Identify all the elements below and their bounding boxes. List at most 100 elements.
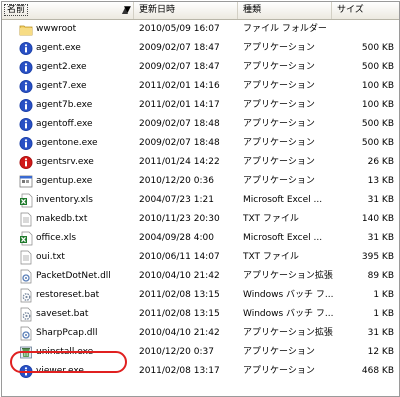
info-app-icon [19,79,33,94]
file-row[interactable]: agent2.exe 2009/02/07 18:47 アプリケーション 500 KB [2,58,399,77]
file-row[interactable]: SharpPcap.dll 2010/04/10 21:42 アプリケーション拡張 3… [2,324,399,343]
file-row[interactable]: agent7.exe 2011/02/01 14:16 アプリケーション 100 KB [2,77,399,96]
file-name-cell[interactable]: agent7.exe [19,77,139,96]
file-type: アプリケーション [243,176,315,186]
file-name-cell[interactable]: agentone.exe [19,134,139,153]
column-header-name-label: 名前 [4,4,29,16]
dll-icon [19,326,33,341]
batch-icon [19,307,33,322]
file-date: 2010/06/11 14:07 [139,252,220,262]
file-size: 500 KB [361,138,394,148]
file-type: TXT ファイル [243,252,299,262]
file-row[interactable]: wwwroot 2010/05/09 16:07 ファイル フォルダー [2,20,399,39]
file-name-cell[interactable]: agent.exe [19,39,139,58]
file-type: アプリケーション [243,119,315,129]
file-type: アプリケーション [243,366,315,376]
file-row[interactable]: agentoff.exe 2009/02/07 18:48 アプリケーション 500 … [2,115,399,134]
file-row[interactable]: saveset.bat 2011/02/08 13:15 Windows バッチ フ… [2,305,399,324]
file-row[interactable]: agent7b.exe 2011/02/01 14:17 アプリケーション 100 K… [2,96,399,115]
file-name-cell[interactable]: uninstall.exe [19,343,139,362]
file-date: 2011/02/08 13:17 [139,366,220,376]
file-type: Microsoft Excel ... [243,195,323,205]
file-size: 1 KB [373,309,394,319]
file-date: 2010/12/20 0:36 [139,176,214,186]
column-header-name[interactable]: 名前 ▲ [2,2,134,19]
file-row[interactable]: PacketDotNet.dll 2010/04/10 21:42 アプリケーション… [2,267,399,286]
file-name-cell[interactable]: agentup.exe [19,172,139,191]
file-date: 2011/02/08 13:15 [139,309,220,319]
file-name-cell[interactable]: wwwroot [19,20,139,39]
file-name-cell[interactable]: PacketDotNet.dll [19,267,139,286]
file-row[interactable]: restoreset.bat 2011/02/08 13:15 Windows バッ… [2,286,399,305]
file-name: viewer.exe [36,366,84,376]
file-row[interactable]: agent.exe 2009/02/07 18:47 アプリケーション 500 KB [2,39,399,58]
file-row[interactable]: office.xls 2004/09/28 4:00 Microsoft Excel… [2,229,399,248]
file-date: 2010/12/20 0:37 [139,347,214,357]
file-name: wwwroot [36,24,77,34]
file-rows: wwwroot 2010/05/09 16:07 ファイル フォルダー agent.e… [2,20,399,381]
file-date: 2011/01/24 14:22 [139,157,220,167]
file-size: 31 KB [367,195,394,205]
file-row[interactable]: agentup.exe 2010/12/20 0:36 アプリケーション 13 KB [2,172,399,191]
file-name-cell[interactable]: saveset.bat [19,305,139,324]
info-app-icon [19,60,33,75]
file-date: 2009/02/07 18:47 [139,62,220,72]
info-app-icon [19,364,33,379]
file-size: 1 KB [373,290,394,300]
file-name-cell[interactable]: agentoff.exe [19,115,139,134]
file-type: Windows バッチ フ... [243,290,334,300]
file-name-cell[interactable]: restoreset.bat [19,286,139,305]
column-header-bar: 名前 ▲ ▼ 更新日時 種類 サイズ [2,2,399,20]
file-row[interactable]: oui.txt 2010/06/11 14:07 TXT ファイル 395 KB [2,248,399,267]
file-date: 2010/11/23 20:30 [139,214,220,224]
file-row[interactable]: uninstall.exe 2010/12/20 0:37 アプリケーション 12 K… [2,343,399,362]
file-type: Microsoft Excel ... [243,233,323,243]
file-row[interactable]: agentone.exe 2009/02/07 18:48 アプリケーション 500 … [2,134,399,153]
file-date: 2011/02/01 14:17 [139,100,220,110]
file-size: 89 KB [367,271,394,281]
column-dropdown-icon[interactable]: ▼ [124,2,131,19]
file-size [335,20,394,39]
file-name: agent2.exe [36,62,87,72]
file-row[interactable]: agentsrv.exe 2011/01/24 14:22 アプリケーション 26 K… [2,153,399,172]
file-name-cell[interactable]: makedb.txt [19,210,139,229]
file-name-cell[interactable]: oui.txt [19,248,139,267]
red-info-app-icon [19,155,33,170]
file-name-cell[interactable]: viewer.exe [19,362,139,381]
file-name: agentup.exe [36,176,93,186]
generic-app-icon [19,174,33,189]
file-size: 100 KB [361,81,394,91]
file-date: 2010/04/10 21:42 [139,271,220,281]
column-header-date[interactable]: 更新日時 [134,2,238,19]
file-type: TXT ファイル [243,214,299,224]
column-header-type[interactable]: 種類 [238,2,332,19]
file-name-cell[interactable]: agentsrv.exe [19,153,139,172]
file-date: 2004/09/28 4:00 [139,233,214,243]
file-row[interactable]: viewer.exe 2011/02/08 13:17 アプリケーション 468 KB [2,362,399,381]
file-row[interactable]: makedb.txt 2010/11/23 20:30 TXT ファイル 140 KB [2,210,399,229]
file-name: uninstall.exe [36,347,94,357]
file-name: agentone.exe [36,138,98,148]
file-type: アプリケーション [243,62,315,72]
file-name: agent7b.exe [36,100,93,110]
file-name-cell[interactable]: agent2.exe [19,58,139,77]
file-type: アプリケーション拡張 [243,328,333,338]
file-date: 2011/02/08 13:15 [139,290,220,300]
folder-icon [19,22,33,37]
file-name-cell[interactable]: SharpPcap.dll [19,324,139,343]
file-size: 395 KB [361,252,394,262]
column-header-date-label: 更新日時 [139,5,176,15]
file-date: 2011/02/01 14:16 [139,81,220,91]
file-name-cell[interactable]: office.xls [19,229,139,248]
file-name-cell[interactable]: inventory.xls [19,191,139,210]
dll-icon [19,269,33,284]
file-size: 100 KB [361,100,394,110]
info-app-icon [19,41,33,56]
column-header-size[interactable]: サイズ [332,2,399,19]
file-name-cell[interactable]: agent7b.exe [19,96,139,115]
file-name: SharpPcap.dll [36,328,98,338]
file-type: アプリケーション [243,138,315,148]
file-date: 2010/05/09 16:07 [139,24,220,34]
file-row[interactable]: inventory.xls 2004/07/23 1:21 Microsoft Ex… [2,191,399,210]
file-name: PacketDotNet.dll [36,271,111,281]
